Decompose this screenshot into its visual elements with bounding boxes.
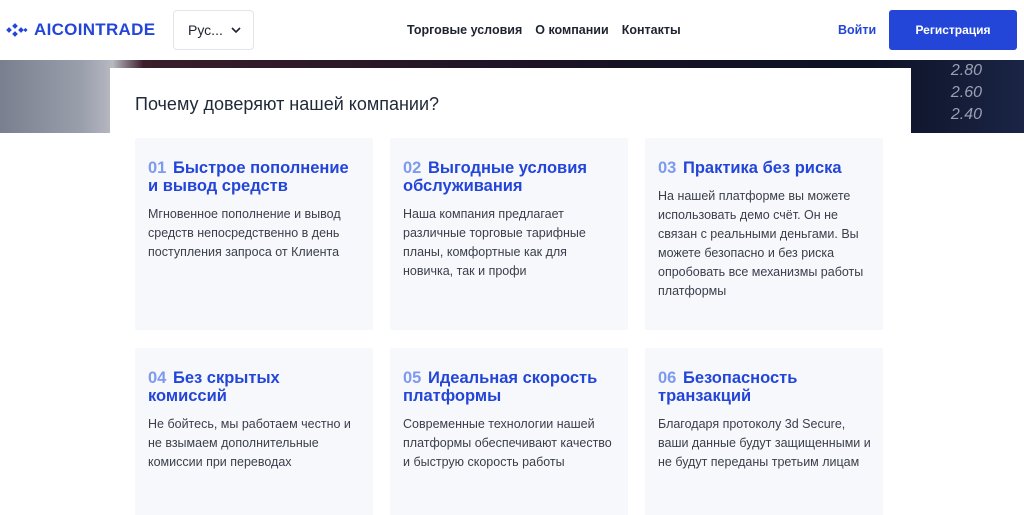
feature-title: 06 Безопасность транзакций [658,369,871,405]
feature-card: 05 Идеальная скорость платформы Современ… [390,348,628,515]
feature-heading: Практика без риска [682,159,842,177]
feature-title: 04 Без скрытых комиссий [148,369,361,405]
feature-text: Благодаря протоколу 3d Secure, ваши данн… [658,417,871,469]
trust-section: Почему доверяют нашей компании? 01 Быстр… [110,68,911,515]
main-nav: Торговые условия О компании Контакты [407,23,681,37]
feature-card: 04 Без скрытых комиссий Не бойтесь, мы р… [135,348,373,515]
nav-contacts[interactable]: Контакты [622,23,681,37]
feature-number: 05 [403,369,422,387]
section-title: Почему доверяют нашей компании? [135,94,440,114]
feature-number: 01 [148,159,167,177]
feature-number: 02 [403,159,422,177]
feature-title: 02 Выгодные условия обслуживания [403,159,616,195]
feature-number: 03 [658,159,677,177]
feature-heading: Без скрытых комиссий [148,369,280,405]
feature-text: На нашей платформе вы можете использоват… [658,189,864,298]
feature-title: 01 Быстрое пополнение и вывод средств [148,159,361,195]
feature-card: 01 Быстрое пополнение и вывод средств Мг… [135,138,373,330]
hero-tick: 2.60 [950,84,982,101]
nav-trading-conditions[interactable]: Торговые условия [407,23,522,37]
feature-heading: Безопасность транзакций [658,369,798,405]
feature-text: Современные технологии нашей платформы о… [403,417,612,469]
site-header: AICOINTRADE Рус... Торговые условия О ко… [0,0,1024,60]
feature-card: 02 Выгодные условия обслуживания Наша ко… [390,138,628,330]
language-value: Рус... [188,22,223,38]
logo-diamonds-icon [6,23,28,37]
brand-name: AICOINTRADE [34,20,156,39]
chevron-down-icon [231,27,241,34]
feature-number: 06 [658,369,677,387]
language-select[interactable]: Рус... [173,10,254,50]
hero-tick: 2.80 [950,62,982,79]
feature-card: 06 Безопасность транзакций Благодаря про… [645,348,883,515]
feature-number: 04 [148,369,167,387]
brand-logo[interactable]: AICOINTRADE [6,20,155,40]
hero-price-ticks: 2.80 2.60 2.40 [922,60,982,133]
feature-card: 03 Практика без риска На нашей платформе… [645,138,883,330]
feature-text: Мгновенное пополнение и вывод средств не… [148,207,341,259]
feature-text: Не бойтесь, мы работаем честно и не взым… [148,417,351,469]
nav-about[interactable]: О компании [535,23,608,37]
feature-text: Наша компания предлагает различные торго… [403,207,586,278]
hero-tick: 2.40 [950,106,982,123]
login-link[interactable]: Войти [838,23,876,37]
register-button[interactable]: Регистрация [889,10,1017,50]
feature-title: 05 Идеальная скорость платформы [403,369,616,405]
feature-heading: Идеальная скорость платформы [403,369,598,405]
feature-title: 03 Практика без риска [658,159,871,177]
feature-heading: Выгодные условия обслуживания [403,159,587,195]
feature-heading: Быстрое пополнение и вывод средств [148,159,349,195]
